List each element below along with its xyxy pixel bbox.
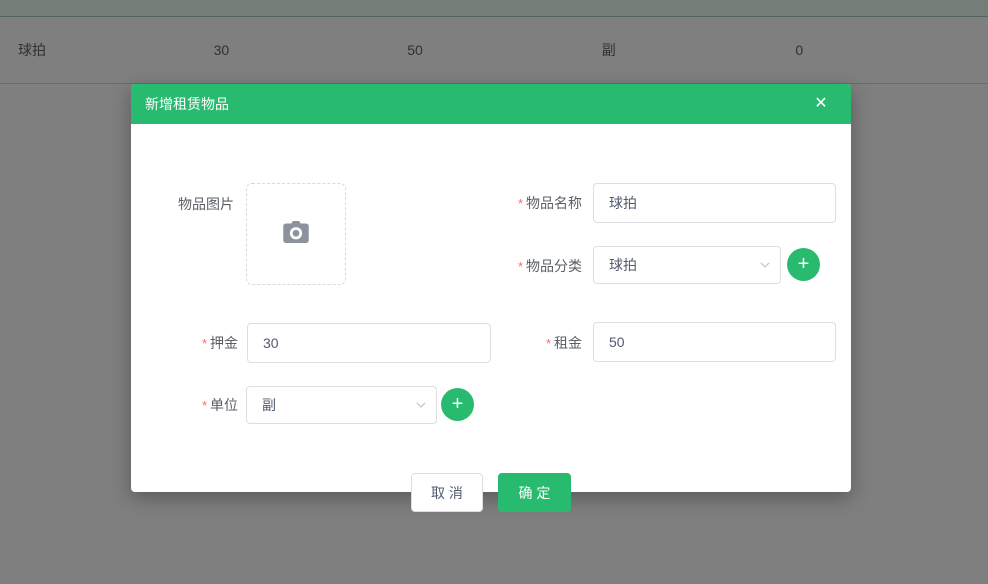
chevron-down-icon (414, 398, 428, 412)
deposit-label: *押金 (131, 333, 238, 353)
selected-unit-value: 副 (262, 395, 276, 415)
item-name-label: *物品名称 (482, 193, 582, 213)
page: 球拍 30 50 副 0 新增租赁物品 ✕ 物品图片 (0, 0, 988, 584)
add-rental-item-dialog: 新增租赁物品 ✕ 物品图片 *物品名称 *物品分类 (131, 84, 851, 492)
deposit-input[interactable] (247, 323, 491, 363)
item-name-input[interactable] (593, 183, 836, 223)
required-asterisk: * (202, 398, 207, 413)
item-category-label: *物品分类 (482, 256, 582, 276)
confirm-button[interactable]: 确 定 (498, 473, 571, 512)
add-unit-button[interactable]: + (441, 388, 474, 421)
image-upload-box[interactable] (246, 183, 346, 285)
required-asterisk: * (518, 196, 523, 211)
cancel-button[interactable]: 取 消 (411, 473, 483, 512)
camera-icon (281, 217, 311, 252)
chevron-down-icon (758, 258, 772, 272)
item-image-label: 物品图片 (131, 194, 234, 214)
item-category-select[interactable]: 球拍 (593, 246, 781, 284)
dialog-body: 物品图片 *物品名称 *物品分类 球拍 (131, 124, 851, 492)
add-category-button[interactable]: + (787, 248, 820, 281)
rent-input[interactable] (593, 322, 836, 362)
selected-category-value: 球拍 (609, 255, 637, 275)
unit-select[interactable]: 副 (246, 386, 437, 424)
unit-label: *单位 (131, 395, 238, 415)
close-icon[interactable]: ✕ (803, 84, 839, 124)
dialog-header: 新增租赁物品 ✕ (131, 84, 851, 124)
required-asterisk: * (518, 259, 523, 274)
required-asterisk: * (202, 336, 207, 351)
dialog-title: 新增租赁物品 (131, 94, 229, 114)
rent-label: *租金 (482, 333, 582, 353)
required-asterisk: * (546, 336, 551, 351)
